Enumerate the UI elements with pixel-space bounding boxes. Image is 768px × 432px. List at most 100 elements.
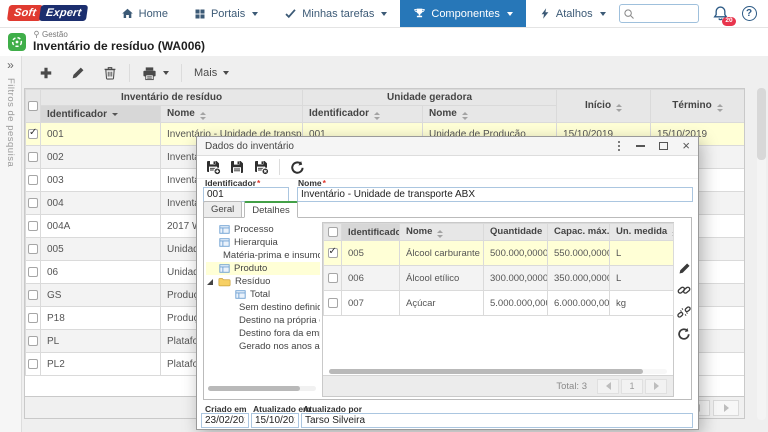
sort-icon[interactable] [200,112,206,120]
sort-icon[interactable] [672,230,673,238]
associate-button[interactable] [677,283,691,297]
nav-portais[interactable]: Portais [181,0,271,27]
row-checkbox[interactable] [28,152,38,162]
atualizado-por-field[interactable] [301,413,693,428]
scrollbar-thumb[interactable] [757,88,766,160]
minimize-icon[interactable] [636,145,645,147]
col-header-termino[interactable]: Término [651,90,745,123]
col-header-identificador-2[interactable]: Identificador [303,106,423,123]
expand-panel-icon[interactable]: » [7,59,14,71]
kebab-menu-icon[interactable] [616,141,623,152]
sort-icon[interactable] [462,112,468,120]
sort-icon[interactable] [437,230,443,238]
maximize-icon[interactable] [659,142,668,150]
expanded-node-icon[interactable] [207,279,213,285]
search-filters-panel-collapsed[interactable]: » Filtros de pesquisa [0,56,22,432]
prev-page-button[interactable] [597,379,619,394]
col-header-inicio[interactable]: Início [557,90,651,123]
help-button[interactable] [742,6,757,21]
tree-item-produto[interactable]: Produto [206,262,320,275]
atualizado-em-field[interactable] [251,413,299,428]
row-checkbox[interactable] [28,175,38,185]
vertical-scrollbar[interactable] [757,88,766,420]
nome-field[interactable] [297,187,693,202]
row-checkbox[interactable] [28,359,38,369]
next-page-button[interactable] [713,400,739,416]
chevron-down-icon[interactable] [163,71,169,75]
edit-button[interactable] [62,61,94,85]
sort-icon[interactable] [374,112,380,120]
tree-item-gerado-anos[interactable]: Gerado nos anos anterio [206,340,320,353]
col-header-identificador[interactable]: Identificador [342,224,400,241]
tree-item-destino-propria[interactable]: Destino na própria empre [206,314,320,327]
col-header-un-medida[interactable]: Un. medida [610,224,674,241]
row-checkbox[interactable] [28,129,38,139]
add-button[interactable] [30,61,62,85]
table-row[interactable]: 007Açúcar5.000.000,00006.000.000,0000kg [324,291,674,316]
items-total: Total: 3 [556,381,587,392]
select-all-checkbox[interactable] [28,101,38,111]
close-icon[interactable]: × [682,141,690,151]
col-header-nome[interactable]: Nome [400,224,484,241]
disassociate-button[interactable] [677,305,691,319]
save-and-close-button[interactable] [253,159,269,175]
nav-atalhos[interactable]: Atalhos [526,0,619,27]
tree-horizontal-scrollbar[interactable] [208,386,316,391]
row-checkbox[interactable] [328,248,338,258]
refresh-button[interactable] [290,160,305,175]
broken-chain-icon [677,305,691,319]
sort-icon[interactable] [717,104,723,112]
table-row[interactable]: 005Álcool carburante500.000,0000550.000,… [324,241,674,266]
edit-item-button[interactable] [678,262,691,275]
row-checkbox[interactable] [28,290,38,300]
row-checkbox[interactable] [28,267,38,277]
next-page-button[interactable] [645,379,667,394]
col-header-capac-max[interactable]: Capac. máx. [548,224,610,241]
tab-geral[interactable]: Geral [203,201,242,218]
current-page-button[interactable]: 1 [621,379,643,394]
criado-em-field[interactable] [201,413,249,428]
tree-item-total[interactable]: Total [206,288,320,301]
nav-home[interactable]: Home [108,0,181,27]
modal-title: Dados do inventário [205,141,294,152]
items-horizontal-scrollbar[interactable] [329,369,667,374]
print-button[interactable] [133,61,178,85]
row-checkbox[interactable] [328,273,338,283]
table-empty-space [323,316,673,368]
save-button[interactable] [229,159,245,175]
tree-item-processo[interactable]: Processo [206,223,320,236]
tab-detalhes[interactable]: Detalhes [244,201,298,218]
col-header-identificador-1[interactable]: Identificador [41,106,161,123]
notifications-button[interactable]: 20 [712,5,729,22]
row-checkbox[interactable] [28,221,38,231]
row-checkbox[interactable] [28,198,38,208]
tree-item-hierarquia[interactable]: Hierarquia [206,236,320,249]
trophy-icon [413,7,426,20]
col-header-nome-2[interactable]: Nome [423,106,557,123]
col-header-nome-1[interactable]: Nome [161,106,303,123]
search-input[interactable] [638,8,694,19]
softexpert-logo[interactable]: Soft Expert [8,5,88,21]
identificador-field[interactable] [203,187,289,202]
row-checkbox[interactable] [28,336,38,346]
modal-toolbar [197,156,698,179]
sort-icon[interactable] [616,104,622,112]
page-header-text: Gestão Inventário de resíduo (WA006) [33,30,205,53]
tree-item-residuo[interactable]: Resíduo [206,275,320,288]
nav-componentes[interactable]: Componentes [400,0,526,27]
col-header-quantidade[interactable]: Quantidade [484,224,548,241]
tree-item-sem-destino[interactable]: Sem destino definido [206,301,320,314]
tree-item-destino-fora[interactable]: Destino fora da empresa [206,327,320,340]
sort-desc-icon[interactable] [112,113,118,116]
row-checkbox[interactable] [28,244,38,254]
table-row[interactable]: 006Álcool etílico300.000,0000350.000,000… [324,266,674,291]
refresh-items-button[interactable] [677,327,691,341]
select-all-checkbox[interactable] [328,227,338,237]
nav-minhas-tarefas[interactable]: Minhas tarefas [271,0,400,27]
tree-item-materia-prima[interactable]: Matéria-prima e insumo [206,249,320,262]
row-checkbox[interactable] [328,298,338,308]
more-button[interactable]: Mais [185,61,238,85]
row-checkbox[interactable] [28,313,38,323]
delete-button[interactable] [94,61,126,85]
save-and-new-button[interactable] [205,159,221,175]
